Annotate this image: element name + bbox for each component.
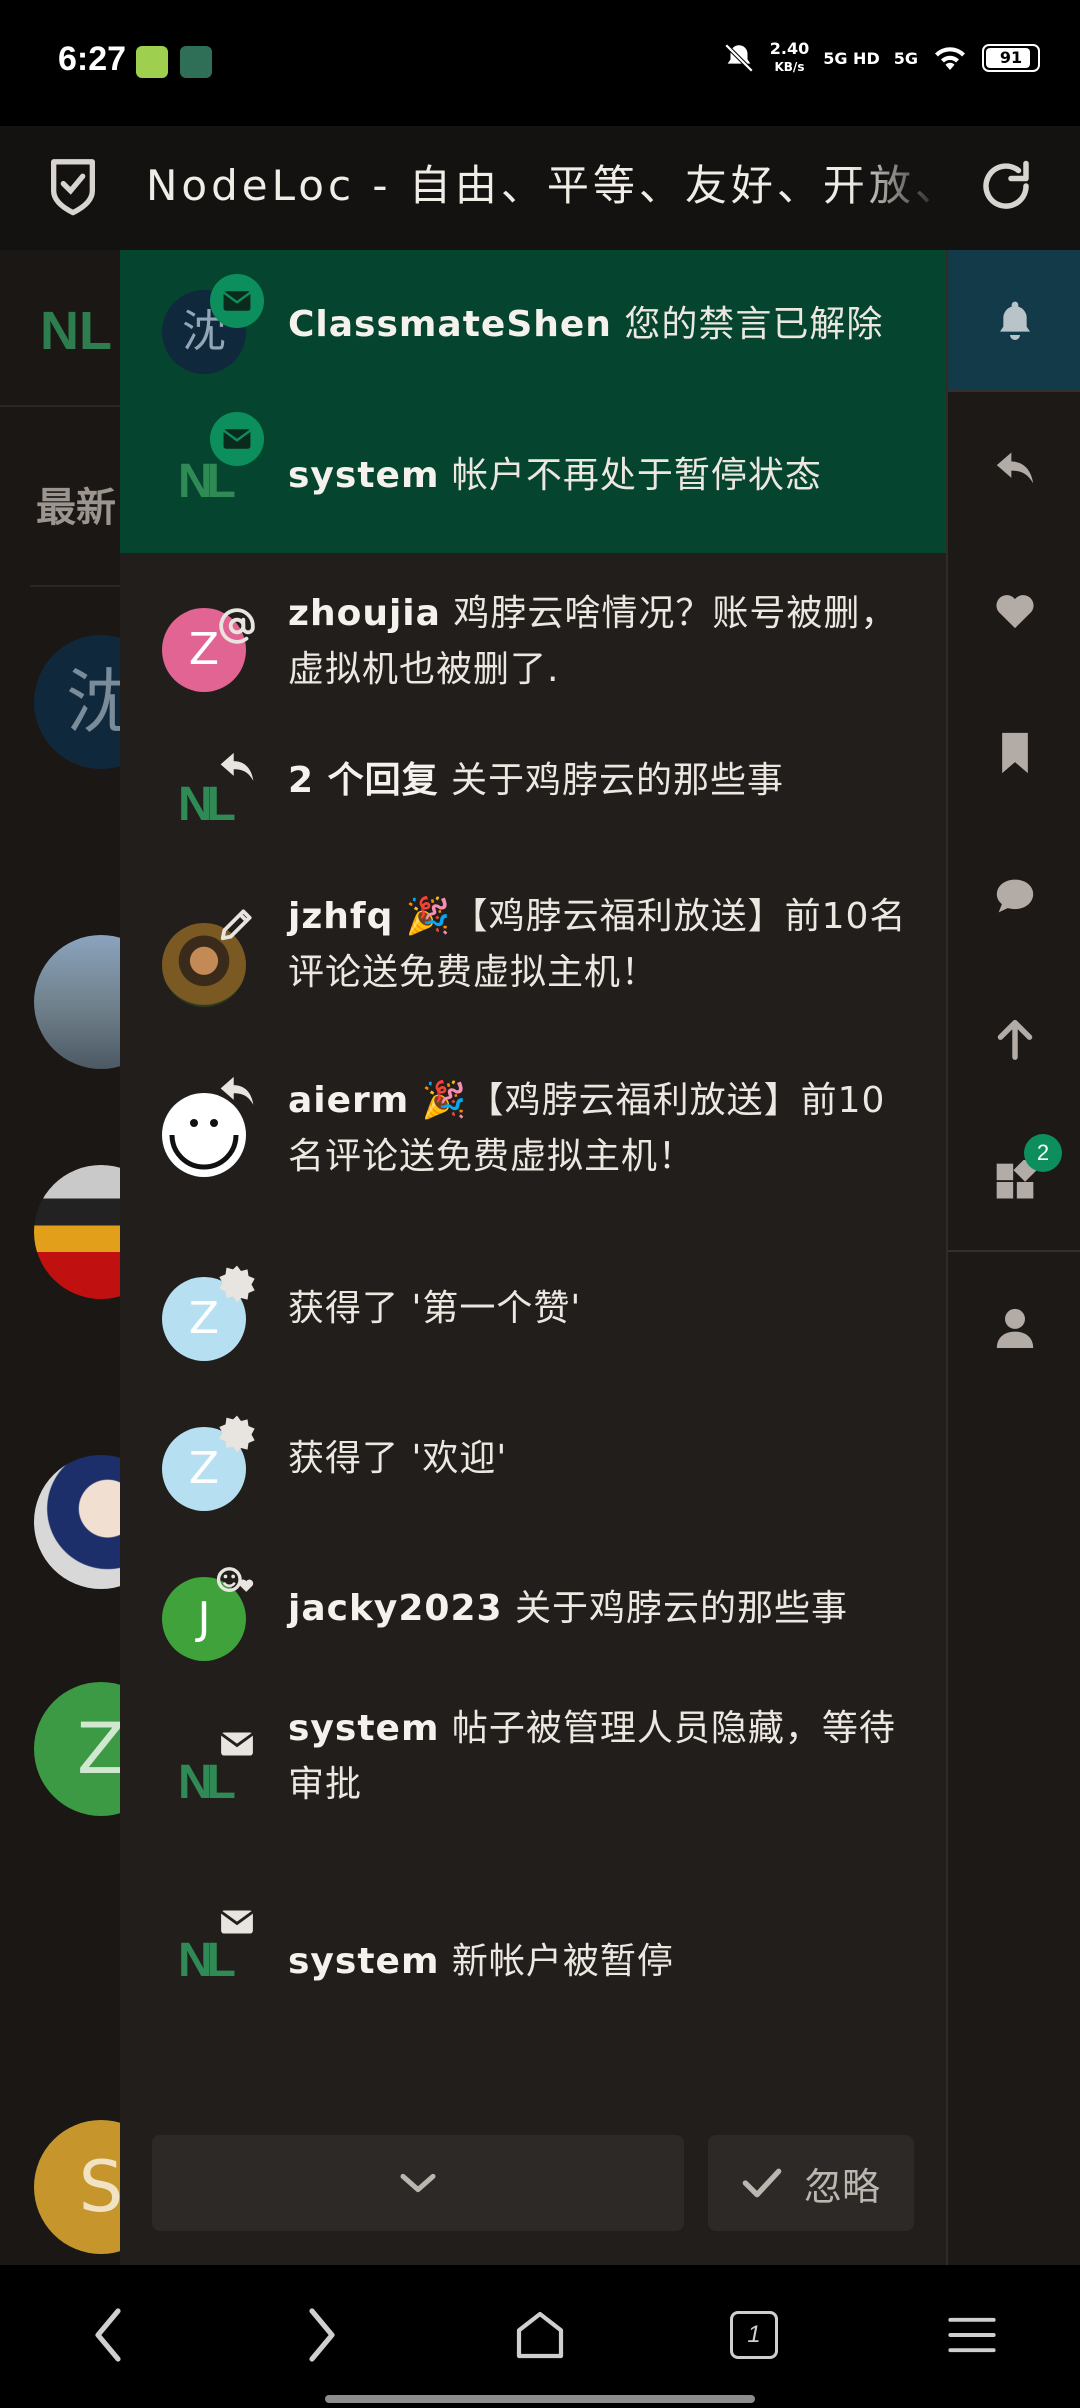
divider: [948, 390, 1080, 392]
gesture-bar[interactable]: [325, 2395, 755, 2403]
chat-icon: [996, 879, 1034, 913]
envelope-icon: [210, 274, 264, 328]
back-button[interactable]: [68, 2295, 148, 2375]
reload-icon[interactable]: [976, 154, 1036, 218]
browser-toolbar: NodeLoc - 自由、平等、友好、开放、有爱的社区: [0, 126, 1080, 250]
reply-icon: [210, 1063, 264, 1117]
like-icon: [210, 1551, 264, 1605]
notification-text: system 帖子被管理人员隐藏，等待审批: [288, 1708, 896, 1805]
check-icon: [742, 2168, 782, 2198]
widgets-tab[interactable]: 2: [948, 1112, 1080, 1252]
notification-text: 获得了 '第一个赞': [288, 1288, 582, 1329]
dismiss-button[interactable]: 忽略: [708, 2135, 914, 2231]
site-logo[interactable]: NL: [40, 300, 112, 362]
at-icon: [210, 599, 264, 653]
notification-item[interactable]: J jacky2023 关于鸡脖云的那些事: [120, 1521, 946, 1671]
count-badge: 2: [1024, 1134, 1062, 1172]
notification-text: 2 个回复 关于鸡脖云的那些事: [288, 760, 785, 801]
badge-icon: [210, 1407, 264, 1461]
notification-text: zhoujia 鸡脖云啥情况？账号被删，虚拟机也被删了.: [288, 593, 898, 690]
battery-icon: 91: [982, 44, 1040, 72]
notifications-tab[interactable]: [948, 250, 1080, 390]
app-icon: [180, 46, 212, 78]
notification-item[interactable]: NL system 帖子被管理人员隐藏，等待审批: [120, 1671, 946, 1851]
notification-text: aierm 🎉【鸡脖云福利放送】前10名评论送免费虚拟主机！: [288, 1080, 886, 1177]
chevron-left-icon: [95, 2308, 121, 2362]
browser-navbar: 1: [0, 2265, 1080, 2408]
divider: [948, 1250, 1080, 1252]
notification-item[interactable]: 沈 ClassmateShen 您的禁言已解除: [120, 250, 946, 400]
bookmark-icon: [1002, 732, 1028, 774]
tabs-button[interactable]: 1: [714, 2295, 794, 2375]
mute-icon: [724, 43, 753, 73]
pencil-icon: [210, 897, 264, 951]
likes-tab[interactable]: [948, 540, 1080, 680]
show-more-button[interactable]: [152, 2135, 684, 2231]
notification-item[interactable]: NL system 帐户不再处于暂停状态: [120, 400, 946, 553]
menu-icon: [948, 2317, 996, 2353]
notification-item[interactable]: jzhfq 🎉【鸡脖云福利放送】前10名评论送免费虚拟主机！: [120, 863, 946, 1043]
notification-text: system 新帐户被暂停: [288, 1941, 674, 1982]
wifi-icon: [935, 47, 965, 70]
notification-item[interactable]: Z 获得了 '欢迎': [120, 1371, 946, 1521]
status-time: 6:27: [58, 40, 127, 78]
notification-item[interactable]: Z zhoujia 鸡脖云啥情况？账号被删，虚拟机也被删了.: [120, 553, 946, 713]
notifications-panel: 沈 ClassmateShen 您的禁言已解除 NL system 帐户不再处于…: [120, 250, 946, 2265]
chevron-right-icon: [309, 2308, 335, 2362]
envelope-icon: [210, 412, 264, 466]
chevron-down-icon: [400, 2173, 436, 2193]
reply-icon: [210, 739, 264, 793]
badge-icon: [210, 1257, 264, 1311]
reply-icon: [996, 452, 1034, 484]
dismiss-label: 忽略: [803, 2164, 880, 2209]
notification-text: jacky2023 关于鸡脖云的那些事: [288, 1588, 849, 1629]
tabs-icon: 1: [730, 2311, 778, 2359]
profile-tab[interactable]: [948, 1258, 1080, 1398]
status-bar: 6:27 2.40 KB/s 5G HD 5G 91: [0, 0, 1080, 126]
arrow-up-icon: [997, 1019, 1033, 1060]
menu-button[interactable]: [932, 2295, 1012, 2375]
replies-tab[interactable]: [948, 397, 1080, 537]
envelope-icon: [210, 1895, 264, 1949]
home-button[interactable]: [500, 2295, 580, 2375]
shield-check-icon[interactable]: [44, 154, 102, 218]
notification-text: 获得了 '欢迎': [288, 1438, 508, 1479]
network-indicator: 5G HD: [823, 48, 880, 68]
notification-text: jzhfq 🎉【鸡脖云福利放送】前10名评论送免费虚拟主机！: [288, 896, 907, 993]
divider: [0, 405, 120, 407]
forward-button[interactable]: [282, 2295, 362, 2375]
notification-text: ClassmateShen 您的禁言已解除: [288, 304, 884, 345]
notification-item[interactable]: Z 获得了 '第一个赞': [120, 1221, 946, 1371]
latest-tab[interactable]: 最新: [36, 475, 116, 533]
home-icon: [516, 2311, 564, 2359]
notification-text: system 帐户不再处于暂停状态: [288, 455, 822, 496]
envelope-icon: [210, 1717, 264, 1771]
notification-item[interactable]: aierm 🎉【鸡脖云福利放送】前10名评论送免费虚拟主机！: [120, 1043, 946, 1221]
network-indicator-2: 5G: [893, 48, 918, 68]
heart-icon: [996, 595, 1034, 629]
notification-item[interactable]: NL system 新帐户被暂停: [120, 1851, 946, 2011]
bookmarks-tab[interactable]: [948, 683, 1080, 823]
net-speed: 2.40 KB/s: [769, 39, 810, 75]
user-menu-sidebar: 2: [946, 250, 1080, 2265]
messages-tab[interactable]: [948, 826, 1080, 966]
top-tab[interactable]: [948, 969, 1080, 1109]
bell-icon: [1000, 301, 1030, 340]
app-icon: [136, 46, 168, 78]
page-title[interactable]: NodeLoc - 自由、平等、友好、开放、有爱的社区: [146, 154, 946, 218]
user-icon: [996, 1308, 1034, 1348]
notification-item[interactable]: NL 2 个回复 关于鸡脖云的那些事: [120, 713, 946, 863]
